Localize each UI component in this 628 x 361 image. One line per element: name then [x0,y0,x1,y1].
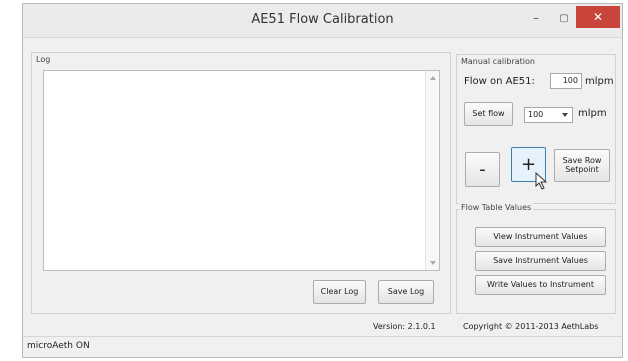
cursor-icon [535,172,548,190]
status-text: microAeth ON [27,341,90,351]
save-instrument-values-button[interactable]: Save Instrument Values [475,251,606,271]
scroll-up-icon[interactable] [430,76,436,80]
set-flow-unit-label: mlpm [578,108,607,119]
title-bar: AE51 Flow Calibration – ▢ ✕ [23,4,622,38]
manual-calibration-label: Manual calibration [459,57,537,66]
save-log-button[interactable]: Save Log [378,280,434,304]
app-window: AE51 Flow Calibration – ▢ ✕ Log Clear Lo… [22,3,623,358]
save-row-setpoint-button[interactable]: Save Row Setpoint [554,149,610,182]
set-flow-button[interactable]: Set flow [464,102,513,126]
log-label: Log [34,55,53,64]
decrement-button[interactable]: - [465,152,500,187]
write-values-button[interactable]: Write Values to Instrument [475,275,606,295]
copyright-label: Copyright © 2011-2013 AethLabs [463,322,599,331]
flow-unit-label: mlpm [585,76,614,87]
flow-table-label: Flow Table Values [459,203,534,212]
view-instrument-values-button[interactable]: View Instrument Values [475,227,606,247]
set-flow-selected-value: 100 [528,110,544,119]
log-scrollbar[interactable] [425,71,439,270]
flow-on-ae51-label: Flow on AE51: [464,76,535,87]
chevron-down-icon [562,113,568,117]
maximize-button[interactable]: ▢ [549,6,579,30]
status-bar: microAeth ON [23,336,622,357]
scroll-down-icon[interactable] [430,261,436,265]
set-flow-select[interactable]: 100 [524,107,573,123]
close-button[interactable]: ✕ [576,6,620,28]
minimize-button[interactable]: – [521,6,551,30]
clear-log-button[interactable]: Clear Log [313,280,366,304]
flow-value-field[interactable]: 100 [550,73,582,89]
log-textarea[interactable] [43,70,440,271]
version-label: Version: 2.1.0.1 [373,322,436,331]
